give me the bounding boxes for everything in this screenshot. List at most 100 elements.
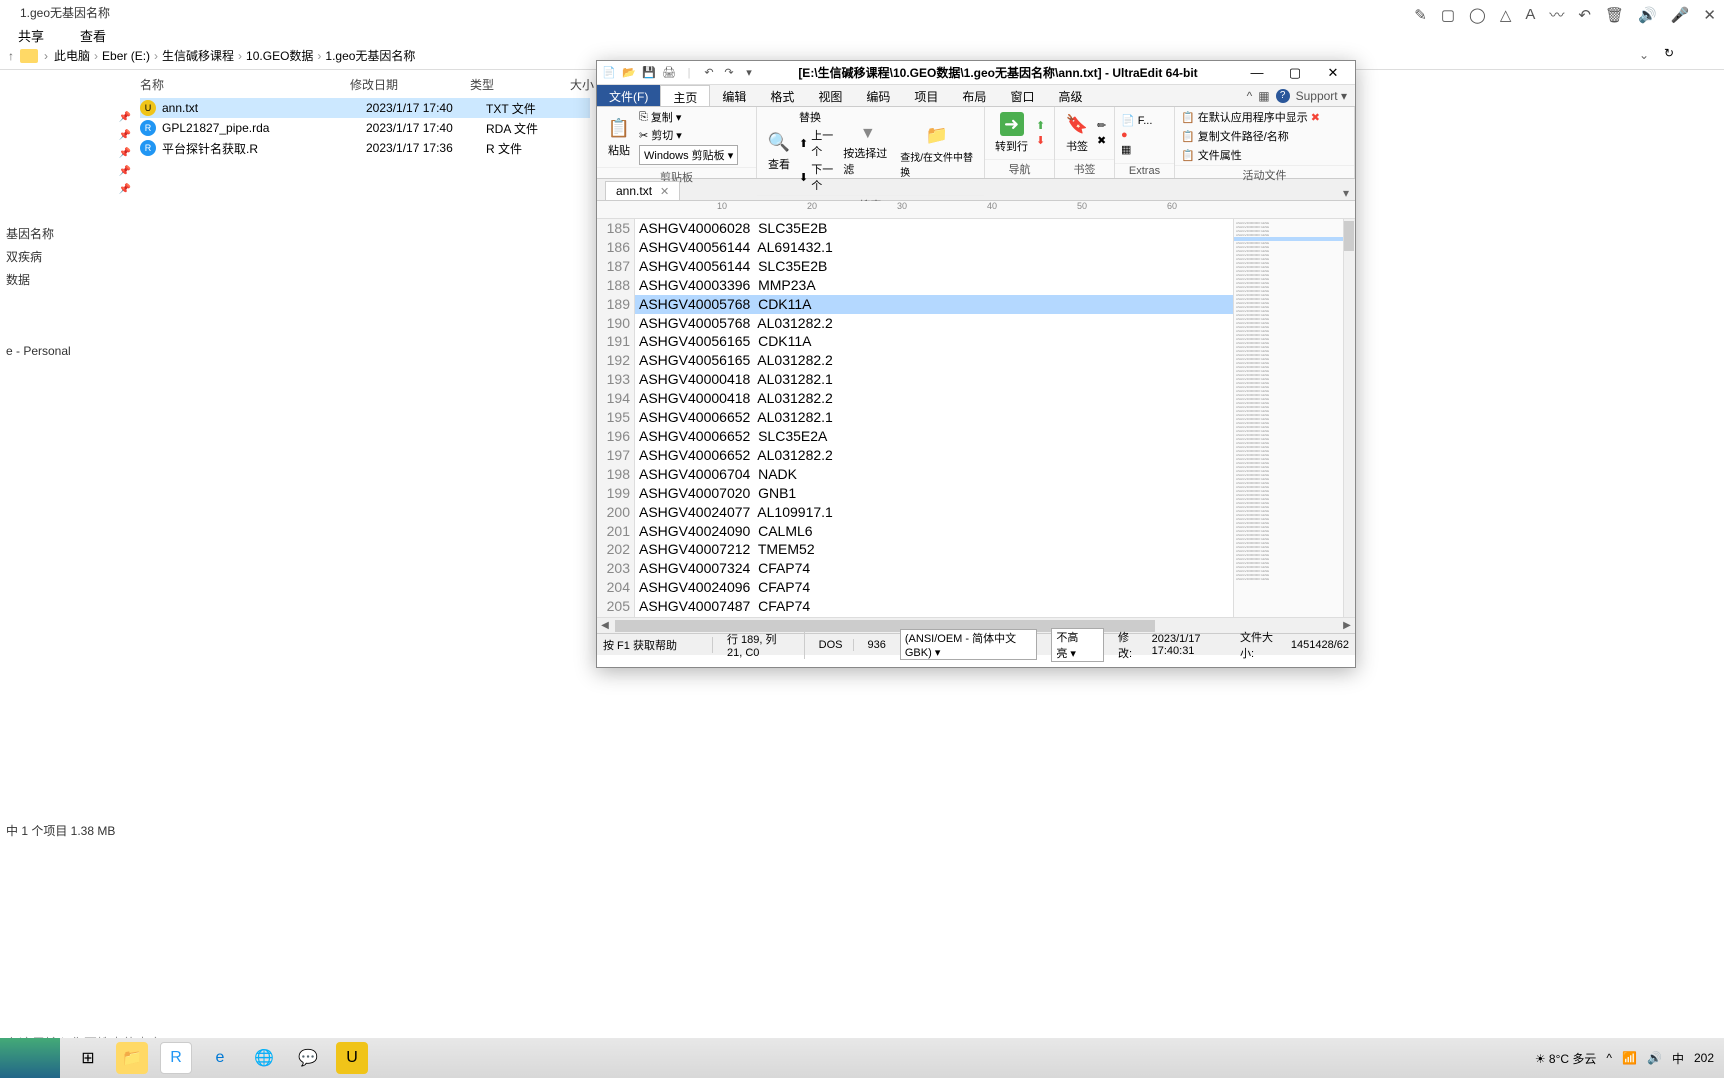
extras-icon[interactable]: ▦ <box>1121 143 1152 156</box>
clock[interactable]: 202 <box>1694 1051 1714 1065</box>
triangle-icon[interactable]: △ <box>1500 6 1512 24</box>
tray-chevron-icon[interactable]: ^ <box>1606 1051 1612 1065</box>
undo-icon[interactable]: ↶ <box>1578 6 1591 24</box>
text-line[interactable]: ASHGV40024096 CFAP74 <box>635 578 1233 597</box>
ime-indicator[interactable]: 中 <box>1672 1050 1684 1067</box>
layout-icon[interactable]: ▦ <box>1258 89 1269 103</box>
pin-icon[interactable]: 📌 <box>119 148 131 159</box>
text-line[interactable]: ASHGV40000418 AL031282.1 <box>635 370 1233 389</box>
sidebar-item[interactable]: e - Personal <box>0 341 135 361</box>
minimap-scrollbar[interactable] <box>1343 219 1355 617</box>
menu-edit[interactable]: 编辑 <box>710 85 758 106</box>
nav-up-icon[interactable]: ⬆ <box>1036 119 1045 132</box>
text-line[interactable]: ASHGV40056165 CDK11A <box>635 332 1233 351</box>
close-icon[interactable]: ✕ <box>1703 6 1716 24</box>
dropdown-icon[interactable]: ▾ <box>741 65 757 81</box>
mic-icon[interactable]: 🎤 <box>1671 6 1690 24</box>
pin-icon[interactable]: 📌 <box>119 112 131 123</box>
menu-layout[interactable]: 布局 <box>950 85 998 106</box>
text-line[interactable]: ASHGV40006028 SLC35E2B <box>635 219 1233 238</box>
breadcrumb-item[interactable]: 1.geo无基因名称 <box>325 47 415 64</box>
tab-dropdown-icon[interactable]: ▾ <box>1337 186 1355 200</box>
text-line[interactable]: ASHGV40003396 MMP23A <box>635 276 1233 295</box>
text-line[interactable]: ASHGV40007487 CFAP74 <box>635 597 1233 616</box>
volume-icon[interactable]: 🔊 <box>1647 1051 1662 1065</box>
undo-icon[interactable]: ↶ <box>701 65 717 81</box>
rstudio-icon[interactable]: R <box>160 1042 192 1074</box>
text-line[interactable]: ASHGV40056144 SLC35E2B <box>635 257 1233 276</box>
weather-widget[interactable]: ☀ 8°C 多云 <box>1535 1050 1597 1067</box>
col-date[interactable]: 修改日期 <box>350 76 470 93</box>
clipboard-combo[interactable]: Windows 剪贴板 ▾ <box>639 145 738 165</box>
wechat-icon[interactable]: 💬 <box>292 1042 324 1074</box>
text-line[interactable]: ASHGV40006652 SLC35E2A <box>635 427 1233 446</box>
folder-icon[interactable] <box>20 49 38 63</box>
menu-format[interactable]: 格式 <box>758 85 806 106</box>
text-line[interactable]: ASHGV40000418 AL031282.2 <box>635 389 1233 408</box>
text-line[interactable]: ASHGV40056165 AL031282.2 <box>635 351 1233 370</box>
next-button[interactable]: ⬇ 下一个 <box>799 161 839 193</box>
task-view-icon[interactable]: ⊞ <box>72 1042 104 1074</box>
text-line[interactable]: ASHGV40007324 CFAP74 <box>635 559 1233 578</box>
up-icon[interactable]: ↑ <box>8 49 14 63</box>
scrollbar-thumb[interactable] <box>1344 221 1354 251</box>
cut-button[interactable]: ✂剪切 ▾ <box>639 127 738 143</box>
extras-icon[interactable]: ● <box>1121 129 1152 141</box>
scroll-right-icon[interactable]: ▶ <box>1339 620 1355 631</box>
brush-icon[interactable]: 〰 <box>1549 4 1564 25</box>
file-row[interactable]: R 平台探针名获取.R 2023/1/17 17:36 R 文件 <box>140 138 590 158</box>
text-line[interactable]: ASHGV40006652 AL031282.1 <box>635 408 1233 427</box>
text-line[interactable]: ASHGV40006652 AL031282.2 <box>635 446 1233 465</box>
pin-icon[interactable]: 📌 <box>119 184 131 195</box>
find-button[interactable]: 🔍查看 <box>763 130 795 172</box>
ultraedit-icon[interactable]: U <box>336 1042 368 1074</box>
extras-f-button[interactable]: 📄 F... <box>1121 114 1152 127</box>
edit-icon[interactable]: ✎ <box>1414 6 1427 24</box>
print-icon[interactable]: 🖨 <box>661 65 677 81</box>
circle-icon[interactable]: ◯ <box>1469 6 1486 24</box>
collapse-ribbon-icon[interactable]: ^ <box>1247 89 1253 103</box>
bookmark-button[interactable]: 🔖书签 <box>1061 112 1093 154</box>
sidebar-item[interactable]: 数据 <box>0 268 135 291</box>
edge-icon[interactable]: e <box>204 1042 236 1074</box>
ue-titlebar[interactable]: 📄 📂 💾 🖨 | ↶ ↷ ▾ [E:\生信碱移课程\10.GEO数据\1.ge… <box>597 61 1355 85</box>
scroll-left-icon[interactable]: ◀ <box>597 620 613 631</box>
minimize-button[interactable]: — <box>1239 65 1275 81</box>
goto-button[interactable]: ➜转到行 <box>991 112 1032 154</box>
network-icon[interactable]: 📶 <box>1622 1051 1637 1065</box>
menu-view[interactable]: 视图 <box>806 85 854 106</box>
prev-button[interactable]: ⬆ 上一个 <box>799 127 839 159</box>
highlight-combo[interactable]: 不高亮 ▾ <box>1051 628 1104 662</box>
text-line[interactable]: ASHGV40005768 AL031282.2 <box>635 314 1233 333</box>
file-tab[interactable]: ann.txt ✕ <box>605 181 680 200</box>
maximize-button[interactable]: ▢ <box>1277 65 1313 81</box>
file-props-button[interactable]: 📋 文件属性 <box>1181 147 1320 163</box>
minimap[interactable]: ASHGV40000000 GENE ASHGV40000000 GENE AS… <box>1233 219 1355 617</box>
col-name[interactable]: 名称 <box>140 76 350 93</box>
pin-icon[interactable]: 📌 <box>119 166 131 177</box>
paste-button[interactable]: 📋 粘贴 <box>603 116 635 158</box>
text-line[interactable]: ASHGV40024077 AL109917.1 <box>635 503 1233 522</box>
text-line[interactable]: ASHGV40007212 TMEM52 <box>635 540 1233 559</box>
find-in-files-button[interactable]: 📁查找/在文件中替换 <box>896 123 978 179</box>
menu-project[interactable]: 项目 <box>902 85 950 106</box>
text-line[interactable]: ASHGV40056144 AL691432.1 <box>635 238 1233 257</box>
bm-icon[interactable]: ✖ <box>1097 134 1106 147</box>
copy-path-button[interactable]: 📋 复制文件路径/名称 <box>1181 128 1320 144</box>
menu-home[interactable]: 主页 <box>660 85 710 106</box>
show-in-default-button[interactable]: 📋 在默认应用程序中显示 ✖ <box>1181 109 1320 125</box>
menu-window[interactable]: 窗口 <box>998 85 1046 106</box>
breadcrumb-item[interactable]: 10.GEO数据 <box>246 47 313 64</box>
filter-icon[interactable]: ▼ <box>860 125 876 143</box>
start-preview[interactable] <box>0 1038 60 1078</box>
file-row[interactable]: U ann.txt 2023/1/17 17:40 TXT 文件 <box>140 98 590 118</box>
menu-file[interactable]: 文件(F) <box>597 85 660 106</box>
speaker-icon[interactable]: 🔊 <box>1638 6 1657 24</box>
redo-icon[interactable]: ↷ <box>721 65 737 81</box>
tab-close-icon[interactable]: ✕ <box>660 185 669 198</box>
explorer-icon[interactable]: 📁 <box>116 1042 148 1074</box>
open-icon[interactable]: 📂 <box>621 65 637 81</box>
trash-icon[interactable]: 🗑 <box>1605 6 1624 24</box>
breadcrumb-item[interactable]: 此电脑 <box>54 47 90 64</box>
breadcrumb-item[interactable]: Eber (E:) <box>102 49 150 63</box>
